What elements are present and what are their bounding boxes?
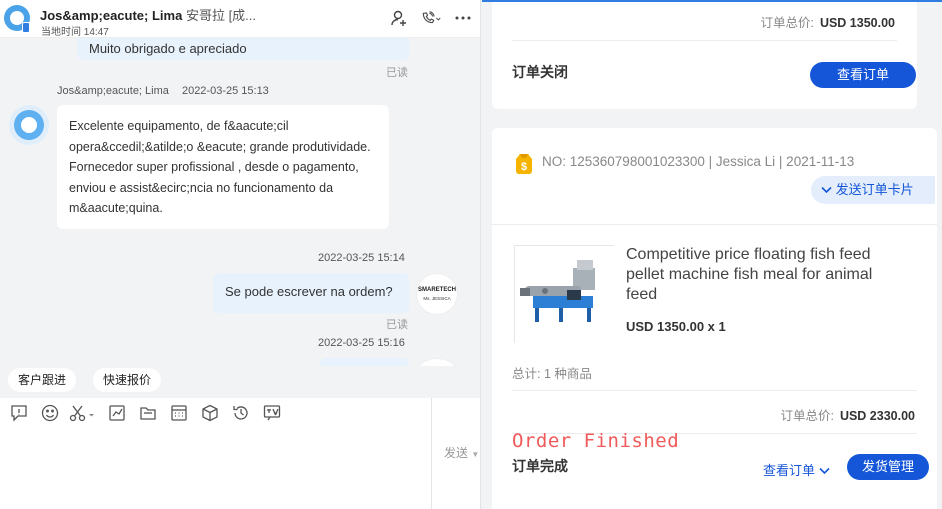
quick-actions-bar: 客户跟进 快速报价	[0, 366, 480, 398]
chevron-down-icon: ▼	[471, 450, 480, 459]
message-time: 2022-03-25 15:14	[318, 252, 405, 264]
order-total-value: USD 1350.00	[819, 16, 895, 30]
chart-icon[interactable]	[101, 401, 132, 425]
message-input[interactable]	[0, 428, 431, 509]
scissors-icon[interactable]	[65, 401, 101, 425]
box-icon[interactable]	[194, 401, 225, 425]
chat-panel: Jos&amp;eacute; Lima 安哥拉 [成... 当地时间 14:4…	[0, 0, 481, 509]
order-status: 订单关闭	[512, 64, 568, 80]
agent-avatar[interactable]	[416, 358, 458, 366]
product-image[interactable]	[514, 245, 615, 344]
send-order-card-label: 发送订单卡片	[835, 182, 914, 197]
feedback-icon[interactable]	[3, 401, 34, 425]
quick-quote-button[interactable]: 快速报价	[93, 368, 162, 392]
send-order-card-button[interactable]: 发送订单卡片	[811, 176, 935, 204]
chat-header: Jos&amp;eacute; Lima 安哥拉 [成... 当地时间 14:4…	[0, 0, 480, 38]
view-order-link[interactable]: 查看订单	[763, 460, 830, 479]
order-coin-icon: $	[516, 154, 532, 174]
divider	[512, 40, 897, 41]
order-total-label: 订单总价:	[760, 16, 814, 30]
send-label: 发送	[444, 446, 469, 460]
composer-toolbar	[0, 398, 431, 428]
more-icon[interactable]	[453, 8, 473, 28]
translate-icon[interactable]	[256, 401, 287, 425]
order-card-finished: $ NO: 125360798001023300 | Jessica Li | …	[492, 128, 937, 509]
contact-country: 安哥拉 [成...	[185, 8, 257, 23]
message-bubble-outgoing	[320, 358, 409, 366]
chevron-down-icon	[821, 182, 836, 197]
view-order-button[interactable]: 查看订单	[810, 62, 916, 88]
svg-text:$: $	[521, 161, 527, 173]
item-count: 总计: 1 种商品	[512, 367, 592, 381]
chevron-down-icon	[819, 463, 830, 478]
orders-panel: 订单总价: USD 1350.00 订单关闭 查看订单 $ NO: 1253607…	[482, 0, 942, 509]
view-order-label: 查看订单	[763, 463, 816, 478]
add-contact-icon[interactable]	[389, 8, 409, 28]
local-time: 当地时间 14:47	[41, 27, 109, 38]
folder-icon[interactable]	[132, 401, 163, 425]
product-title[interactable]: Competitive price floating fish feed pel…	[626, 245, 906, 305]
divider	[512, 390, 917, 391]
order-number: NO: 125360798001023300 | Jessica Li | 20…	[542, 154, 855, 169]
calculator-icon[interactable]	[163, 401, 194, 425]
shipping-management-button[interactable]: 发货管理	[847, 454, 929, 480]
agent-avatar-brand: SMARETECH	[417, 287, 456, 293]
agent-avatar[interactable]: SMARETECH Ms. JESSICA	[416, 273, 458, 315]
send-area: 发送 ▼	[431, 398, 480, 509]
call-icon[interactable]	[421, 8, 441, 28]
contact-name[interactable]: Jos&amp;eacute; Lima 安哥拉 [成...	[40, 5, 280, 24]
message-bubble-incoming: Excelente equipamento, de f&aacute;cil o…	[57, 105, 389, 229]
message-bubble-outgoing: Muito obrigado e apreciado	[77, 38, 409, 60]
order-total: 订单总价: USD 1350.00	[760, 12, 895, 31]
read-receipt: 已读	[386, 319, 408, 331]
read-receipt: 已读	[386, 67, 408, 79]
message-meta: Jos&amp;eacute; Lima 2022-03-25 15:13	[57, 85, 269, 97]
message-list[interactable]: Muito obrigado e apreciado 已读 Jos&amp;ea…	[0, 38, 480, 366]
message-bubble-outgoing: Se pode escrever na ordem?	[213, 273, 409, 313]
order-total-value: USD 2330.00	[839, 409, 915, 423]
order-card-closed: 订单总价: USD 1350.00 订单关闭 查看订单	[492, 2, 917, 109]
message-time: 2022-03-25 15:16	[318, 337, 405, 349]
order-finished-stamp: Order Finished	[512, 430, 680, 452]
send-button[interactable]: 发送 ▼	[444, 444, 479, 461]
order-status: 订单完成	[512, 458, 568, 474]
header-actions	[389, 8, 473, 28]
product-price: USD 1350.00 x 1	[626, 319, 726, 334]
order-total: 订单总价: USD 2330.00	[780, 405, 915, 424]
emoji-icon[interactable]	[34, 401, 65, 425]
customer-followup-button[interactable]: 客户跟进	[8, 368, 77, 392]
sender-name: Jos&amp;eacute; Lima	[57, 85, 169, 97]
order-total-label: 订单总价:	[780, 409, 834, 423]
sender-avatar[interactable]	[9, 105, 49, 145]
message-time: 2022-03-25 15:13	[181, 85, 269, 97]
history-icon[interactable]	[225, 401, 256, 425]
agent-avatar-name: Ms. JESSICA	[423, 296, 451, 301]
divider	[492, 224, 937, 225]
mobile-icon	[22, 22, 30, 33]
contact-name-text: Jos&amp;eacute; Lima	[40, 8, 183, 23]
